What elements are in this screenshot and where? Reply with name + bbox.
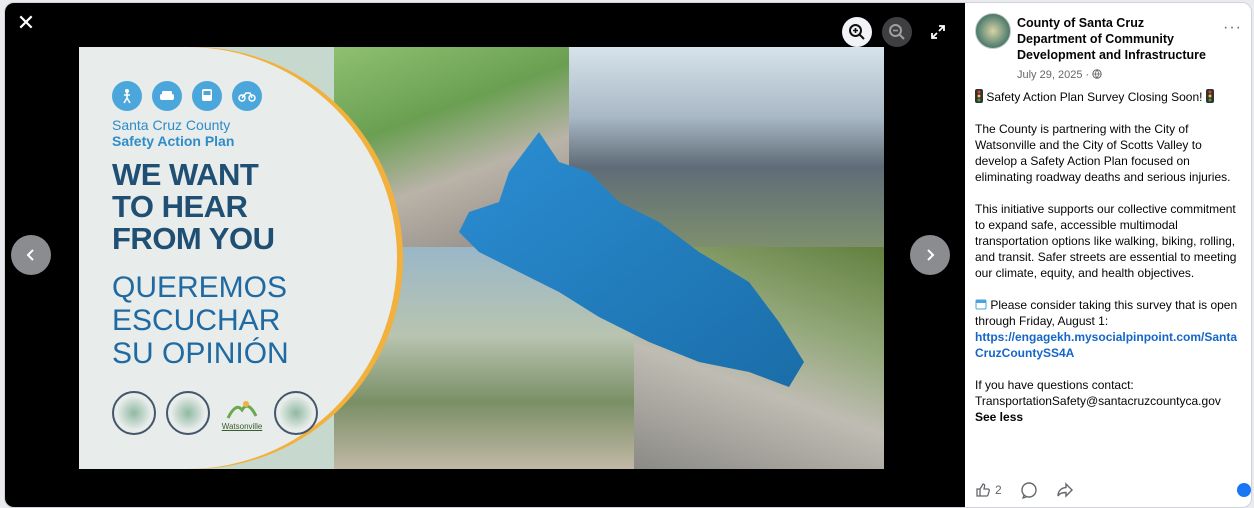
- county-seal-logo: [112, 391, 156, 435]
- scotts-valley-seal-logo: [166, 391, 210, 435]
- post-image: Santa Cruz County Safety Action Plan WE …: [79, 47, 884, 469]
- headline-line: TO HEAR: [112, 189, 248, 224]
- post-paragraph: This initiative supports our collective …: [975, 202, 1237, 280]
- chevron-right-icon: [927, 249, 935, 261]
- survey-link[interactable]: https://engagekh.mysocialpinpoint.com/Sa…: [975, 330, 1237, 360]
- post-author[interactable]: County of Santa Cruz Department of Commu…: [1017, 15, 1207, 63]
- share-icon[interactable]: [1056, 481, 1074, 499]
- zoom-in-button[interactable]: [842, 17, 872, 47]
- like-button[interactable]: 2: [975, 482, 1002, 498]
- brand-plan: Safety Action Plan: [112, 133, 235, 149]
- close-icon[interactable]: ✕: [13, 11, 39, 37]
- watsonville-label: Watsonville: [221, 422, 263, 431]
- calendar-icon: [975, 299, 987, 310]
- post-paragraph: The County is partnering with the City o…: [975, 122, 1231, 184]
- post-meta: July 29, 2025 ·: [1017, 69, 1102, 81]
- post-contact: If you have questions contact: Transport…: [975, 377, 1245, 425]
- media-viewer: ✕ Santa Cruz County Safety Action Plan W…: [5, 3, 965, 507]
- headline-english: WE WANT TO HEAR FROM YOU: [112, 159, 362, 255]
- thumbs-up-icon: [976, 483, 990, 497]
- see-less-link[interactable]: See less: [975, 410, 1023, 424]
- like-count: 2: [995, 483, 1002, 497]
- zoom-out-icon: [889, 24, 905, 40]
- more-options-icon[interactable]: ···: [1223, 19, 1242, 37]
- headline-line: FROM YOU: [112, 221, 275, 256]
- post-title: Safety Action Plan Survey Closing Soon!: [986, 90, 1203, 104]
- post-title-line: Safety Action Plan Survey Closing Soon!: [975, 89, 1245, 105]
- zoom-out-button[interactable]: [882, 17, 912, 47]
- post-date[interactable]: July 29, 2025 ·: [1017, 69, 1089, 81]
- bicycle-icon: [232, 81, 262, 111]
- county-map-shape: [459, 132, 804, 387]
- headline-line: ESCUCHAR: [112, 304, 281, 337]
- post-body: Safety Action Plan Survey Closing Soon! …: [975, 89, 1245, 425]
- next-photo-button[interactable]: [910, 235, 950, 275]
- headline-spanish: QUEREMOS ESCUCHAR SU OPINIÓN: [112, 271, 372, 370]
- traffic-light-icon: [975, 89, 983, 103]
- headline-line: WE WANT: [112, 157, 259, 192]
- contact-email[interactable]: TransportationSafety@santacruzcountyca.g…: [975, 394, 1221, 408]
- car-icon: [152, 81, 182, 111]
- traffic-light-icon: [1205, 89, 1214, 103]
- reactions-bar: 2: [975, 481, 1074, 499]
- globe-icon: [1092, 69, 1102, 79]
- comment-icon[interactable]: [1020, 481, 1038, 499]
- expand-icon: [931, 25, 945, 39]
- post-sidebar: County of Santa Cruz Department of Commu…: [965, 3, 1251, 507]
- santa-cruz-seal-logo: [274, 391, 318, 435]
- avatar[interactable]: [975, 13, 1011, 49]
- headline-line: QUEREMOS: [112, 271, 288, 304]
- reaction-like-badge[interactable]: [1237, 483, 1251, 497]
- photo-viewer-window: ✕ Santa Cruz County Safety Action Plan W…: [4, 2, 1252, 508]
- expand-button[interactable]: [925, 17, 951, 47]
- previous-photo-button[interactable]: [11, 235, 51, 275]
- headline-line: SU OPINIÓN: [112, 337, 289, 370]
- watsonville-logo: Watsonville: [220, 391, 264, 431]
- brand-county: Santa Cruz County: [112, 117, 231, 133]
- post-paragraph-survey: Please consider taking this survey that …: [975, 297, 1245, 361]
- partner-seals: Watsonville: [112, 391, 318, 435]
- pedestrian-icon: [112, 81, 142, 111]
- chevron-left-icon: [26, 249, 34, 261]
- survey-text: Please consider taking this survey that …: [975, 298, 1238, 328]
- zoom-in-icon: [849, 24, 865, 40]
- contact-label: If you have questions contact:: [975, 378, 1134, 392]
- bus-icon: [192, 81, 222, 111]
- mode-icons: [112, 81, 262, 111]
